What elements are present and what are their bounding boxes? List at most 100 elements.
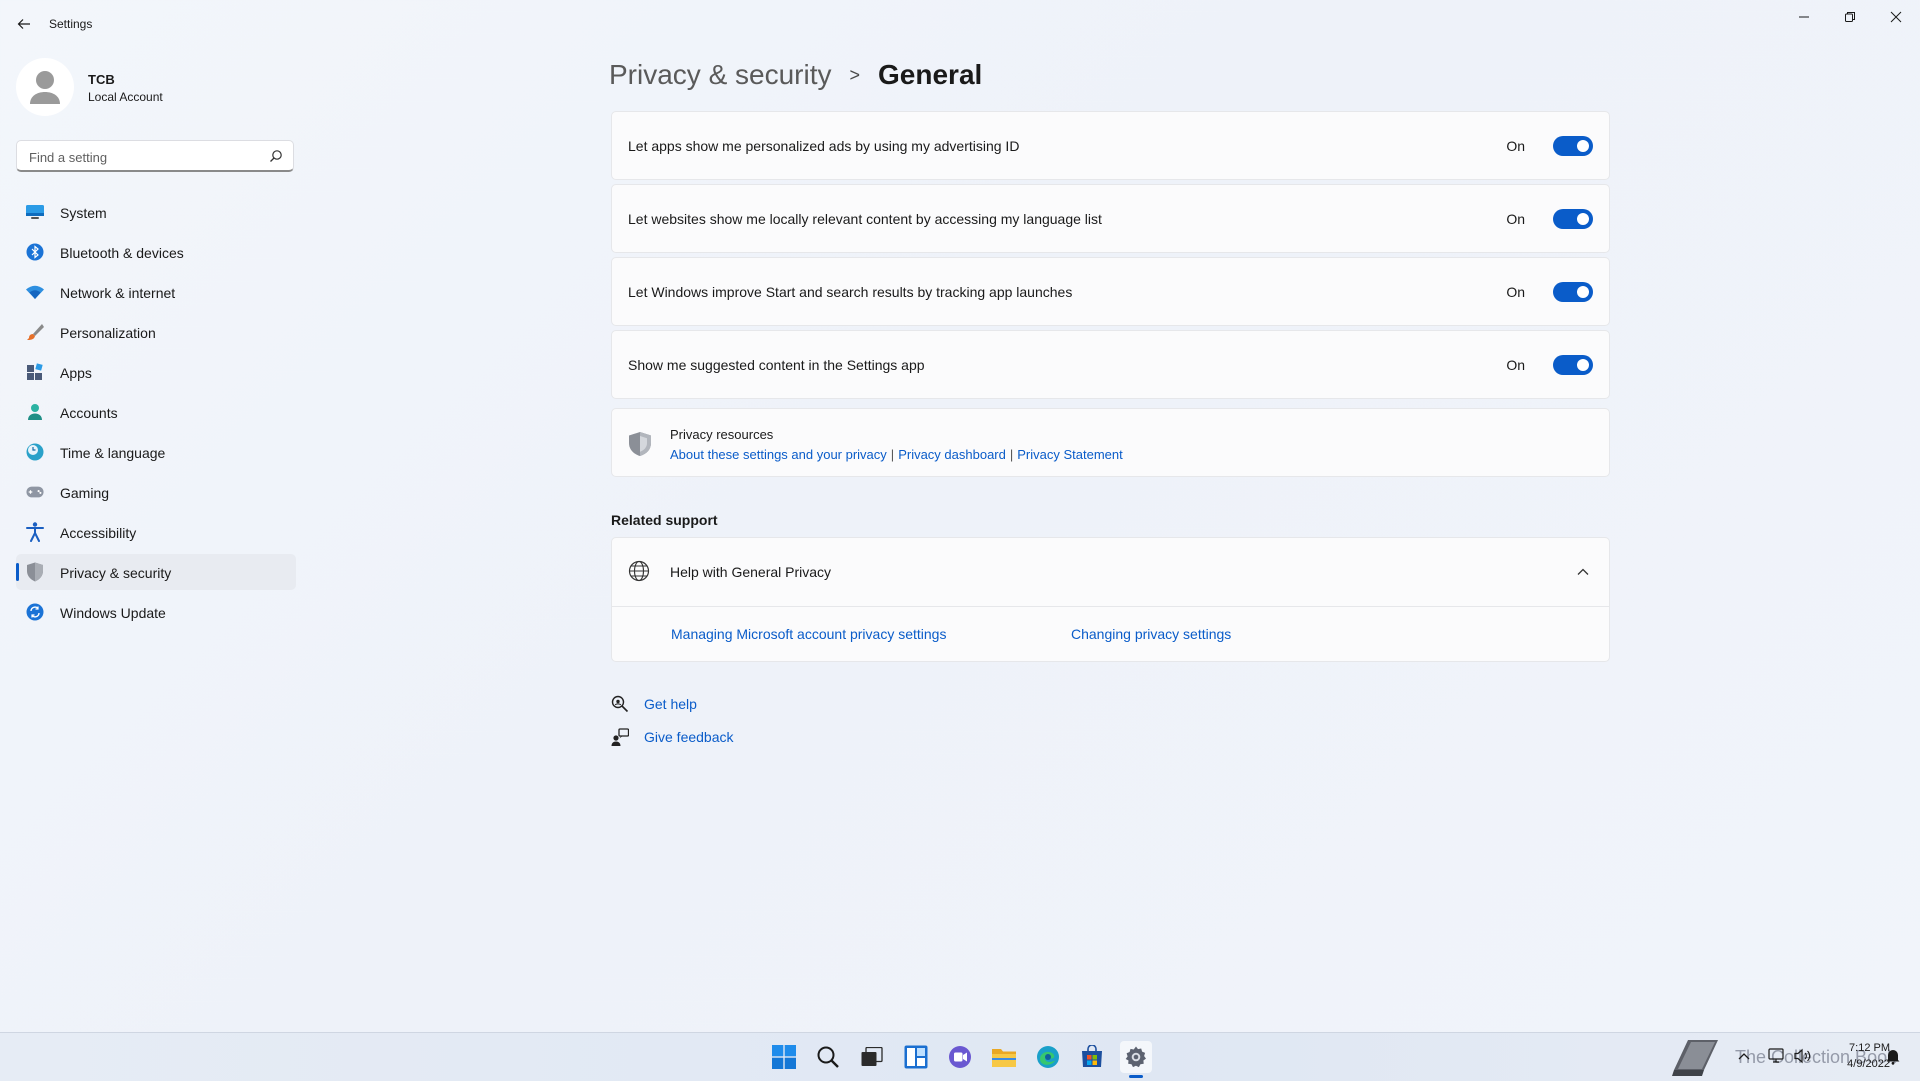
store-icon <box>1082 1045 1102 1067</box>
active-app-indicator <box>1129 1075 1143 1078</box>
close-button[interactable] <box>1874 4 1918 30</box>
taskbar-search-button[interactable] <box>812 1041 844 1073</box>
sidebar-nav: System Bluetooth & devices Network & int… <box>16 194 296 634</box>
search-icon[interactable] <box>269 149 283 163</box>
network-monitor-icon[interactable] <box>1768 1048 1786 1064</box>
toggle-state-label: On <box>1506 138 1525 154</box>
settings-app-button[interactable] <box>1120 1041 1152 1073</box>
sidebar-item-label: Personalization <box>60 325 156 341</box>
breadcrumb: Privacy & security > General <box>609 55 982 95</box>
sidebar-item-system[interactable]: System <box>16 194 296 230</box>
store-button[interactable] <box>1076 1041 1108 1073</box>
sidebar-item-accounts[interactable]: Accounts <box>16 394 296 430</box>
setting-card-suggested-content: Show me suggested content in the Setting… <box>611 330 1610 399</box>
get-help-link[interactable]: Get help <box>644 696 697 712</box>
widgets-icon <box>904 1045 928 1069</box>
search-icon <box>817 1046 839 1068</box>
sidebar-item-label: Network & internet <box>60 285 176 301</box>
clock-date[interactable]: 4/9/2022 <box>1830 1058 1890 1070</box>
help-title: Help with General Privacy <box>670 564 832 580</box>
managing-account-privacy-link[interactable]: Managing Microsoft account privacy setti… <box>671 626 946 642</box>
sidebar-item-label: Bluetooth & devices <box>60 245 184 261</box>
sidebar-item-accessibility[interactable]: Accessibility <box>16 514 296 550</box>
privacy-dashboard-link[interactable]: Privacy dashboard <box>898 447 1006 462</box>
sidebar-item-network[interactable]: Network & internet <box>16 274 296 310</box>
help-expander-header[interactable]: Help with General Privacy <box>612 538 1609 607</box>
sidebar-item-bluetooth[interactable]: Bluetooth & devices <box>16 234 296 270</box>
search-input[interactable] <box>27 146 261 168</box>
about-settings-link[interactable]: About these settings and your privacy <box>670 447 887 462</box>
task-view-icon <box>861 1047 883 1066</box>
chevron-up-icon[interactable] <box>1737 1050 1751 1062</box>
changing-privacy-settings-link[interactable]: Changing privacy settings <box>1071 626 1231 642</box>
back-button[interactable] <box>12 12 36 36</box>
start-button[interactable] <box>768 1041 800 1073</box>
app-launches-toggle[interactable] <box>1553 282 1593 302</box>
file-explorer-button[interactable] <box>988 1041 1020 1073</box>
minimize-button[interactable] <box>1782 4 1826 30</box>
privacy-resources-title: Privacy resources <box>670 427 774 442</box>
setting-label: Show me suggested content in the Setting… <box>628 357 925 373</box>
book-logo-icon <box>1672 1040 1718 1076</box>
help-expander-body: Managing Microsoft account privacy setti… <box>612 607 1609 662</box>
language-list-toggle[interactable] <box>1553 209 1593 229</box>
search-box[interactable] <box>16 140 294 172</box>
privacy-resources-links: About these settings and your privacy | Pr… <box>670 447 1123 462</box>
title-bar: Settings <box>0 0 1920 48</box>
gear-icon <box>1125 1046 1146 1068</box>
suggested-content-toggle[interactable] <box>1553 355 1593 375</box>
chevron-up-icon[interactable] <box>1573 562 1593 582</box>
restore-button[interactable] <box>1828 4 1872 30</box>
clock-time[interactable]: 7:12 PM <box>1830 1042 1890 1054</box>
give-feedback-link[interactable]: Give feedback <box>644 729 734 745</box>
advertising-id-toggle[interactable] <box>1553 136 1593 156</box>
page-title: General <box>878 59 983 90</box>
teams-chat-button[interactable] <box>944 1041 976 1073</box>
restore-icon <box>1845 12 1855 22</box>
sidebar-item-personalization[interactable]: Personalization <box>16 314 296 350</box>
sidebar-item-label: Gaming <box>60 485 110 501</box>
sidebar-item-label: Time & language <box>60 445 166 461</box>
breadcrumb-parent[interactable]: Privacy & security <box>609 59 832 91</box>
sidebar-item-privacy-security[interactable]: Privacy & security <box>16 554 296 590</box>
edge-browser-button[interactable] <box>1032 1041 1064 1073</box>
window-title: Settings <box>49 17 93 31</box>
sidebar-item-gaming[interactable]: Gaming <box>16 474 296 510</box>
gamepad-icon <box>26 483 44 501</box>
sidebar-item-label: Accounts <box>60 405 118 421</box>
privacy-statement-link[interactable]: Privacy Statement <box>1017 447 1123 462</box>
volume-icon[interactable] <box>1793 1048 1811 1064</box>
clock-globe-icon <box>26 443 44 461</box>
setting-label: Let apps show me personalized ads by usi… <box>628 138 1020 154</box>
person-icon <box>26 403 44 421</box>
setting-label: Let websites show me locally relevant co… <box>628 211 1102 227</box>
user-name: TCB <box>88 72 115 87</box>
sidebar-item-label: Apps <box>60 365 92 381</box>
sidebar-item-apps[interactable]: Apps <box>16 354 296 390</box>
task-view-button[interactable] <box>856 1041 888 1073</box>
sidebar-item-windows-update[interactable]: Windows Update <box>16 594 296 630</box>
help-search-icon <box>611 695 629 713</box>
privacy-resources-card: Privacy resources About these settings a… <box>611 408 1610 477</box>
user-profile[interactable]: TCB Local Account <box>16 58 296 118</box>
windows-logo-icon <box>772 1045 796 1069</box>
bluetooth-icon <box>26 243 44 261</box>
arrow-left-icon <box>17 19 30 29</box>
toggle-state-label: On <box>1506 211 1525 227</box>
sidebar-item-time-language[interactable]: Time & language <box>16 434 296 470</box>
setting-label: Let Windows improve Start and search res… <box>628 284 1073 300</box>
link-separator: | <box>1009 447 1014 462</box>
toggle-state-label: On <box>1506 284 1525 300</box>
folder-icon <box>992 1049 1016 1067</box>
feedback-icon <box>611 728 629 746</box>
widgets-button[interactable] <box>900 1041 932 1073</box>
sidebar-item-label: Accessibility <box>60 525 137 541</box>
person-avatar-icon <box>30 71 60 104</box>
minimize-icon <box>1799 16 1809 18</box>
globe-icon <box>628 560 650 582</box>
avatar <box>16 58 74 116</box>
related-support-heading: Related support <box>611 512 718 528</box>
toggle-state-label: On <box>1506 357 1525 373</box>
accessibility-icon <box>26 522 44 542</box>
notification-bell-icon[interactable] <box>1884 1047 1902 1065</box>
